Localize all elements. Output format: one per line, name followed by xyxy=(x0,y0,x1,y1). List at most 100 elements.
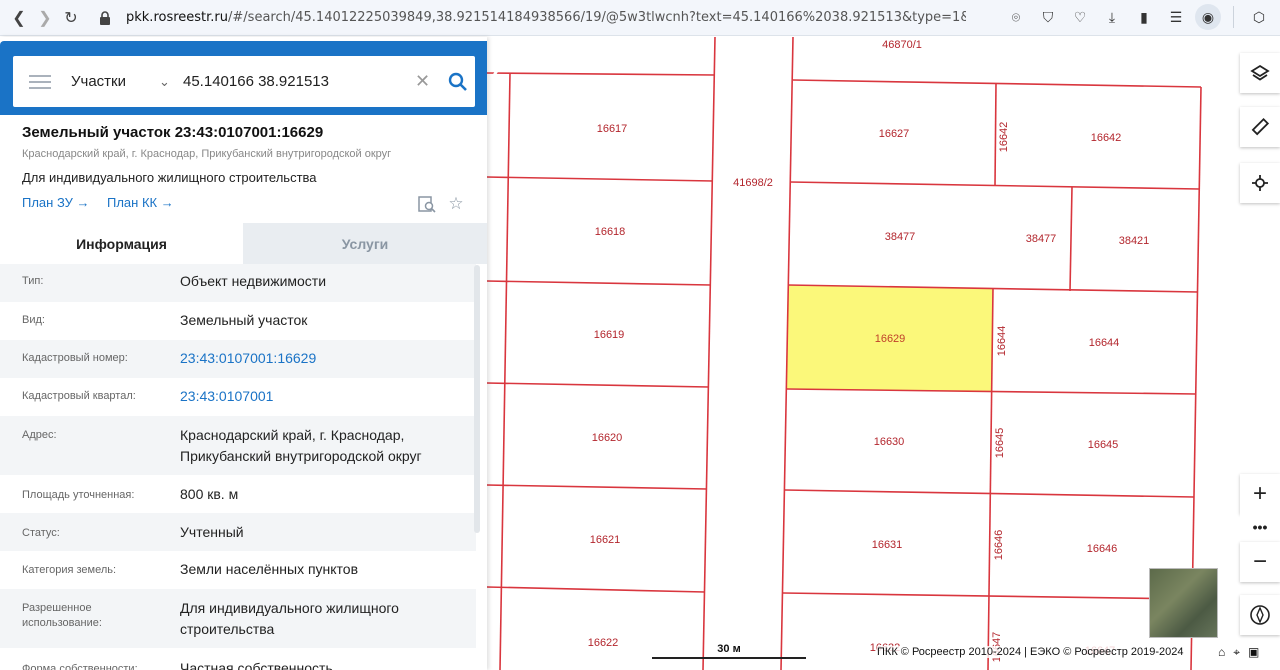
tune-icon[interactable]: ☰ xyxy=(1163,4,1189,30)
scale-line xyxy=(652,657,806,659)
parcel-label: 16631 xyxy=(872,539,903,551)
locate-button[interactable] xyxy=(1240,163,1280,203)
info-row: Статус: Учтенный xyxy=(0,513,476,551)
info-key: Площадь уточненная: xyxy=(22,489,135,501)
search-button[interactable] xyxy=(441,72,475,92)
info-key: Форма собственности: xyxy=(22,663,138,670)
zoom-in-button[interactable]: + xyxy=(1240,474,1280,514)
info-row: Категория земель: Земли населённых пункт… xyxy=(0,551,476,589)
browser-toolbar: ❮ ❯ ↻ pkk.rosreestr.ru/#/search/45.14012… xyxy=(0,0,1280,36)
info-key: Кадастровый квартал: xyxy=(22,390,136,402)
tab-information[interactable]: Информация xyxy=(0,223,243,264)
reload-icon[interactable]: ↻ xyxy=(58,5,84,31)
object-address: Краснодарский край, г. Краснодар, Прикуб… xyxy=(22,148,392,160)
permitted-use-line-1: Для индивидуального жилищного xyxy=(180,600,399,616)
cadastral-number-link[interactable]: 23:43:0107001:16629 xyxy=(158,348,476,369)
info-key: Адрес: xyxy=(22,429,57,441)
tab-services[interactable]: Услуги xyxy=(243,223,487,264)
parcel-label: 16644 xyxy=(996,326,1008,357)
scale-label: 30 м xyxy=(717,643,741,655)
plan-kk-link[interactable]: План КК → xyxy=(107,195,174,210)
search-input[interactable]: 45.140166 38.921513 xyxy=(183,73,415,90)
object-purpose: Для индивидуального жилищного строительс… xyxy=(22,170,317,185)
forward-icon[interactable]: ❯ xyxy=(32,5,58,31)
scale-bar: 30 м xyxy=(652,643,806,659)
address-line-2: Прикубанский внутригородской округ xyxy=(180,448,422,464)
parcel-label: 16621 xyxy=(590,534,621,546)
url-host: pkk.rosreestr.ru xyxy=(126,10,229,25)
parcel-label: 38477 xyxy=(1026,233,1057,245)
home-icon[interactable]: ⌂ xyxy=(1218,645,1225,660)
info-value: 800 кв. м xyxy=(180,486,239,502)
crosshair-icon xyxy=(1252,175,1268,191)
target-icon[interactable]: ⌖ xyxy=(1233,645,1240,660)
info-key-line-2: использование: xyxy=(22,617,102,629)
address-bar[interactable]: pkk.rosreestr.ru/#/search/45.14012225039… xyxy=(126,10,966,25)
extension-icon[interactable]: ⬡ xyxy=(1246,4,1272,30)
download-icon[interactable]: ⤓ xyxy=(1099,4,1125,30)
info-row: Площадь уточненная: 800 кв. м xyxy=(0,475,476,513)
search-header: Участки ⌄ 45.140166 38.921513 ✕ xyxy=(0,41,487,115)
browser-actions: ⌾ ⛉ ♡ ⤓ ▮ ☰ ◉ ⬡ xyxy=(1003,4,1272,30)
compass-icon xyxy=(1250,605,1270,625)
heart-icon[interactable]: ♡ xyxy=(1067,4,1093,30)
layers-icon xyxy=(1250,64,1270,81)
profile-icon[interactable]: ◉ xyxy=(1195,4,1221,30)
plan-zu-link[interactable]: План ЗУ → xyxy=(22,195,90,210)
parcel-label: 16630 xyxy=(874,436,905,448)
more-button[interactable]: ••• xyxy=(1240,514,1280,540)
find-on-map-icon[interactable] xyxy=(416,193,438,215)
compass-button[interactable] xyxy=(1240,595,1280,635)
parcel-label: 16644 xyxy=(1089,337,1120,349)
parcel-label: 16618 xyxy=(595,226,626,238)
info-row: Тип: Объект недвижимости xyxy=(0,264,476,302)
clear-icon[interactable]: ✕ xyxy=(415,71,441,92)
info-row: Кадастровый квартал: 23:43:0107001 xyxy=(0,378,476,416)
info-row: Форма собственности: Частная собственнос… xyxy=(0,648,476,670)
address-line-1: Краснодарский край, г. Краснодар, xyxy=(180,427,405,443)
parcel-label: 16622 xyxy=(588,637,619,649)
object-title: Земельный участок 23:43:0107001:16629 xyxy=(22,124,324,141)
parcel-label: 16646 xyxy=(1087,543,1118,555)
info-key: Вид: xyxy=(22,314,45,326)
favorite-star-icon[interactable]: ☆ xyxy=(445,193,467,215)
info-value: Для индивидуального жилищного строительс… xyxy=(158,598,476,640)
lock-icon[interactable] xyxy=(92,5,118,31)
info-key: Разрешенное использование: xyxy=(0,601,158,631)
info-value: Земельный участок xyxy=(180,312,308,328)
search-icon xyxy=(448,72,467,91)
camera-icon[interactable]: ⌾ xyxy=(1003,4,1029,30)
zoom-out-button[interactable]: − xyxy=(1240,542,1280,582)
fullscreen-icon[interactable]: ▣ xyxy=(1248,645,1259,660)
parcel-label: 38421 xyxy=(1119,235,1150,247)
menu-icon[interactable] xyxy=(29,71,51,93)
back-icon[interactable]: ❮ xyxy=(6,5,32,31)
layers-button[interactable] xyxy=(1240,53,1280,93)
parcel-label: 16627 xyxy=(879,128,910,140)
parcel-label: 16642 xyxy=(998,122,1010,153)
panel-scrollbar[interactable] xyxy=(474,265,480,533)
measure-button[interactable] xyxy=(1240,107,1280,147)
parcel-label: 38477 xyxy=(885,231,916,243)
url-path: /#/search/45.14012225039849,38.921514184… xyxy=(228,10,966,25)
info-value: Краснодарский край, г. Краснодар, Прикуб… xyxy=(158,425,476,467)
parcel-label: 16645 xyxy=(994,428,1006,459)
cadastral-quarter-link[interactable]: 23:43:0107001 xyxy=(158,386,476,407)
permitted-use-line-2: строительства xyxy=(180,621,275,637)
parcel-label: 16642 xyxy=(1091,132,1122,144)
info-value: Учтенный xyxy=(180,524,244,540)
parcel-label: 16620 xyxy=(592,432,623,444)
ruler-icon xyxy=(1251,117,1270,136)
minus-icon: − xyxy=(1252,548,1267,575)
info-tabs: Информация Услуги xyxy=(0,223,487,264)
search-type-select[interactable]: Участки xyxy=(71,73,159,90)
chevron-down-icon[interactable]: ⌄ xyxy=(159,74,183,90)
collapse-panel-icon[interactable]: ❮ xyxy=(489,66,502,86)
shield-icon[interactable]: ⛉ xyxy=(1035,4,1061,30)
parcel-label: 16619 xyxy=(594,329,625,341)
basemap-thumbnail[interactable] xyxy=(1149,568,1218,638)
info-value: Земли населённых пунктов xyxy=(180,561,359,577)
battery-icon[interactable]: ▮ xyxy=(1131,4,1157,30)
info-row: Кадастровый номер: 23:43:0107001:16629 xyxy=(0,340,476,378)
copyright-text: ПКК © Росреестр 2010-2024 | ЕЭКО © Росре… xyxy=(877,646,1184,658)
